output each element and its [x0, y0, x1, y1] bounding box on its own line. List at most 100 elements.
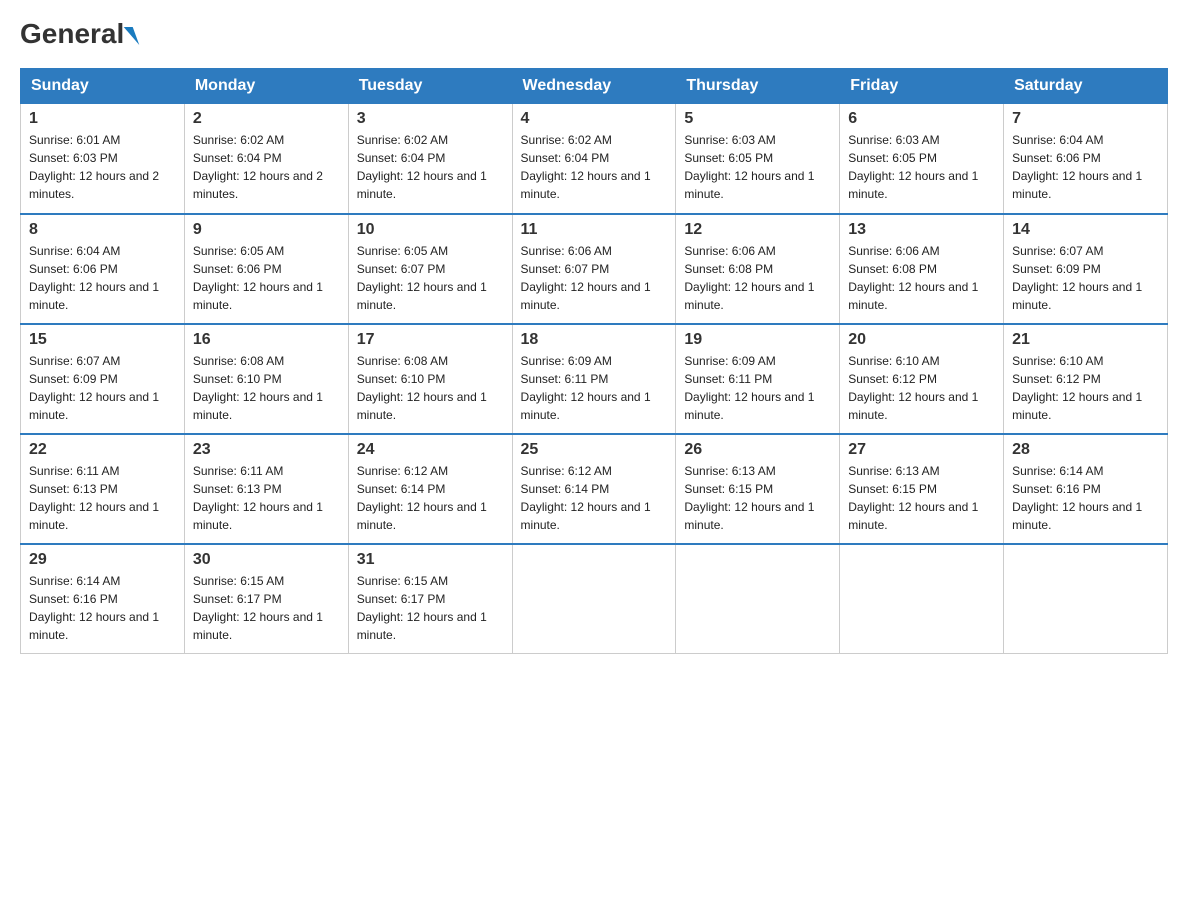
calendar-cell [676, 544, 840, 654]
day-info: Sunrise: 6:13 AM Sunset: 6:15 PM Dayligh… [684, 462, 831, 534]
day-number: 18 [521, 331, 668, 349]
day-number: 12 [684, 221, 831, 239]
day-info: Sunrise: 6:08 AM Sunset: 6:10 PM Dayligh… [193, 352, 340, 424]
weekday-header-row: SundayMondayTuesdayWednesdayThursdayFrid… [21, 69, 1168, 104]
calendar-cell: 9 Sunrise: 6:05 AM Sunset: 6:06 PM Dayli… [184, 214, 348, 324]
weekday-header-friday: Friday [840, 69, 1004, 104]
day-number: 29 [29, 551, 176, 569]
day-info: Sunrise: 6:03 AM Sunset: 6:05 PM Dayligh… [848, 131, 995, 203]
logo: General [20, 20, 136, 48]
day-number: 17 [357, 331, 504, 349]
day-info: Sunrise: 6:01 AM Sunset: 6:03 PM Dayligh… [29, 131, 176, 203]
day-number: 3 [357, 110, 504, 128]
weekday-header-tuesday: Tuesday [348, 69, 512, 104]
calendar-cell: 24 Sunrise: 6:12 AM Sunset: 6:14 PM Dayl… [348, 434, 512, 544]
calendar-week-1: 1 Sunrise: 6:01 AM Sunset: 6:03 PM Dayli… [21, 104, 1168, 214]
day-number: 30 [193, 551, 340, 569]
calendar-week-3: 15 Sunrise: 6:07 AM Sunset: 6:09 PM Dayl… [21, 324, 1168, 434]
day-info: Sunrise: 6:02 AM Sunset: 6:04 PM Dayligh… [521, 131, 668, 203]
day-number: 4 [521, 110, 668, 128]
calendar-cell: 22 Sunrise: 6:11 AM Sunset: 6:13 PM Dayl… [21, 434, 185, 544]
day-info: Sunrise: 6:11 AM Sunset: 6:13 PM Dayligh… [29, 462, 176, 534]
day-info: Sunrise: 6:07 AM Sunset: 6:09 PM Dayligh… [29, 352, 176, 424]
day-number: 15 [29, 331, 176, 349]
day-number: 11 [521, 221, 668, 239]
calendar-cell: 10 Sunrise: 6:05 AM Sunset: 6:07 PM Dayl… [348, 214, 512, 324]
day-info: Sunrise: 6:14 AM Sunset: 6:16 PM Dayligh… [29, 572, 176, 644]
day-info: Sunrise: 6:04 AM Sunset: 6:06 PM Dayligh… [1012, 131, 1159, 203]
day-number: 2 [193, 110, 340, 128]
calendar-cell: 19 Sunrise: 6:09 AM Sunset: 6:11 PM Dayl… [676, 324, 840, 434]
day-number: 24 [357, 441, 504, 459]
calendar-cell: 2 Sunrise: 6:02 AM Sunset: 6:04 PM Dayli… [184, 104, 348, 214]
day-number: 1 [29, 110, 176, 128]
calendar-cell: 15 Sunrise: 6:07 AM Sunset: 6:09 PM Dayl… [21, 324, 185, 434]
calendar-cell: 21 Sunrise: 6:10 AM Sunset: 6:12 PM Dayl… [1004, 324, 1168, 434]
day-info: Sunrise: 6:14 AM Sunset: 6:16 PM Dayligh… [1012, 462, 1159, 534]
calendar-week-2: 8 Sunrise: 6:04 AM Sunset: 6:06 PM Dayli… [21, 214, 1168, 324]
day-number: 28 [1012, 441, 1159, 459]
day-number: 5 [684, 110, 831, 128]
day-number: 7 [1012, 110, 1159, 128]
weekday-header-wednesday: Wednesday [512, 69, 676, 104]
day-info: Sunrise: 6:06 AM Sunset: 6:07 PM Dayligh… [521, 242, 668, 314]
day-info: Sunrise: 6:02 AM Sunset: 6:04 PM Dayligh… [193, 131, 340, 203]
day-info: Sunrise: 6:03 AM Sunset: 6:05 PM Dayligh… [684, 131, 831, 203]
logo-arrow-icon [124, 27, 140, 45]
day-info: Sunrise: 6:09 AM Sunset: 6:11 PM Dayligh… [684, 352, 831, 424]
day-info: Sunrise: 6:07 AM Sunset: 6:09 PM Dayligh… [1012, 242, 1159, 314]
day-number: 10 [357, 221, 504, 239]
day-info: Sunrise: 6:15 AM Sunset: 6:17 PM Dayligh… [357, 572, 504, 644]
day-number: 13 [848, 221, 995, 239]
day-info: Sunrise: 6:02 AM Sunset: 6:04 PM Dayligh… [357, 131, 504, 203]
calendar-cell: 18 Sunrise: 6:09 AM Sunset: 6:11 PM Dayl… [512, 324, 676, 434]
day-info: Sunrise: 6:09 AM Sunset: 6:11 PM Dayligh… [521, 352, 668, 424]
day-info: Sunrise: 6:12 AM Sunset: 6:14 PM Dayligh… [357, 462, 504, 534]
calendar-cell: 3 Sunrise: 6:02 AM Sunset: 6:04 PM Dayli… [348, 104, 512, 214]
day-number: 16 [193, 331, 340, 349]
calendar-cell: 4 Sunrise: 6:02 AM Sunset: 6:04 PM Dayli… [512, 104, 676, 214]
calendar-cell [840, 544, 1004, 654]
day-info: Sunrise: 6:08 AM Sunset: 6:10 PM Dayligh… [357, 352, 504, 424]
day-number: 14 [1012, 221, 1159, 239]
day-number: 21 [1012, 331, 1159, 349]
calendar-cell: 6 Sunrise: 6:03 AM Sunset: 6:05 PM Dayli… [840, 104, 1004, 214]
weekday-header-monday: Monday [184, 69, 348, 104]
day-info: Sunrise: 6:10 AM Sunset: 6:12 PM Dayligh… [848, 352, 995, 424]
calendar-table: SundayMondayTuesdayWednesdayThursdayFrid… [20, 68, 1168, 654]
weekday-header-thursday: Thursday [676, 69, 840, 104]
day-info: Sunrise: 6:06 AM Sunset: 6:08 PM Dayligh… [848, 242, 995, 314]
calendar-cell: 1 Sunrise: 6:01 AM Sunset: 6:03 PM Dayli… [21, 104, 185, 214]
logo-text: General [20, 20, 136, 48]
calendar-cell: 30 Sunrise: 6:15 AM Sunset: 6:17 PM Dayl… [184, 544, 348, 654]
day-info: Sunrise: 6:12 AM Sunset: 6:14 PM Dayligh… [521, 462, 668, 534]
day-number: 31 [357, 551, 504, 569]
day-info: Sunrise: 6:04 AM Sunset: 6:06 PM Dayligh… [29, 242, 176, 314]
weekday-header-saturday: Saturday [1004, 69, 1168, 104]
day-number: 23 [193, 441, 340, 459]
day-info: Sunrise: 6:10 AM Sunset: 6:12 PM Dayligh… [1012, 352, 1159, 424]
calendar-cell: 27 Sunrise: 6:13 AM Sunset: 6:15 PM Dayl… [840, 434, 1004, 544]
day-number: 25 [521, 441, 668, 459]
day-number: 20 [848, 331, 995, 349]
calendar-cell: 26 Sunrise: 6:13 AM Sunset: 6:15 PM Dayl… [676, 434, 840, 544]
calendar-cell: 11 Sunrise: 6:06 AM Sunset: 6:07 PM Dayl… [512, 214, 676, 324]
day-info: Sunrise: 6:13 AM Sunset: 6:15 PM Dayligh… [848, 462, 995, 534]
calendar-cell: 25 Sunrise: 6:12 AM Sunset: 6:14 PM Dayl… [512, 434, 676, 544]
calendar-cell [1004, 544, 1168, 654]
calendar-cell: 28 Sunrise: 6:14 AM Sunset: 6:16 PM Dayl… [1004, 434, 1168, 544]
calendar-cell: 5 Sunrise: 6:03 AM Sunset: 6:05 PM Dayli… [676, 104, 840, 214]
day-number: 19 [684, 331, 831, 349]
calendar-cell: 12 Sunrise: 6:06 AM Sunset: 6:08 PM Dayl… [676, 214, 840, 324]
calendar-cell [512, 544, 676, 654]
day-number: 6 [848, 110, 995, 128]
calendar-cell: 16 Sunrise: 6:08 AM Sunset: 6:10 PM Dayl… [184, 324, 348, 434]
calendar-cell: 23 Sunrise: 6:11 AM Sunset: 6:13 PM Dayl… [184, 434, 348, 544]
day-number: 27 [848, 441, 995, 459]
day-info: Sunrise: 6:15 AM Sunset: 6:17 PM Dayligh… [193, 572, 340, 644]
day-info: Sunrise: 6:05 AM Sunset: 6:07 PM Dayligh… [357, 242, 504, 314]
day-info: Sunrise: 6:06 AM Sunset: 6:08 PM Dayligh… [684, 242, 831, 314]
calendar-cell: 13 Sunrise: 6:06 AM Sunset: 6:08 PM Dayl… [840, 214, 1004, 324]
day-number: 9 [193, 221, 340, 239]
calendar-cell: 17 Sunrise: 6:08 AM Sunset: 6:10 PM Dayl… [348, 324, 512, 434]
